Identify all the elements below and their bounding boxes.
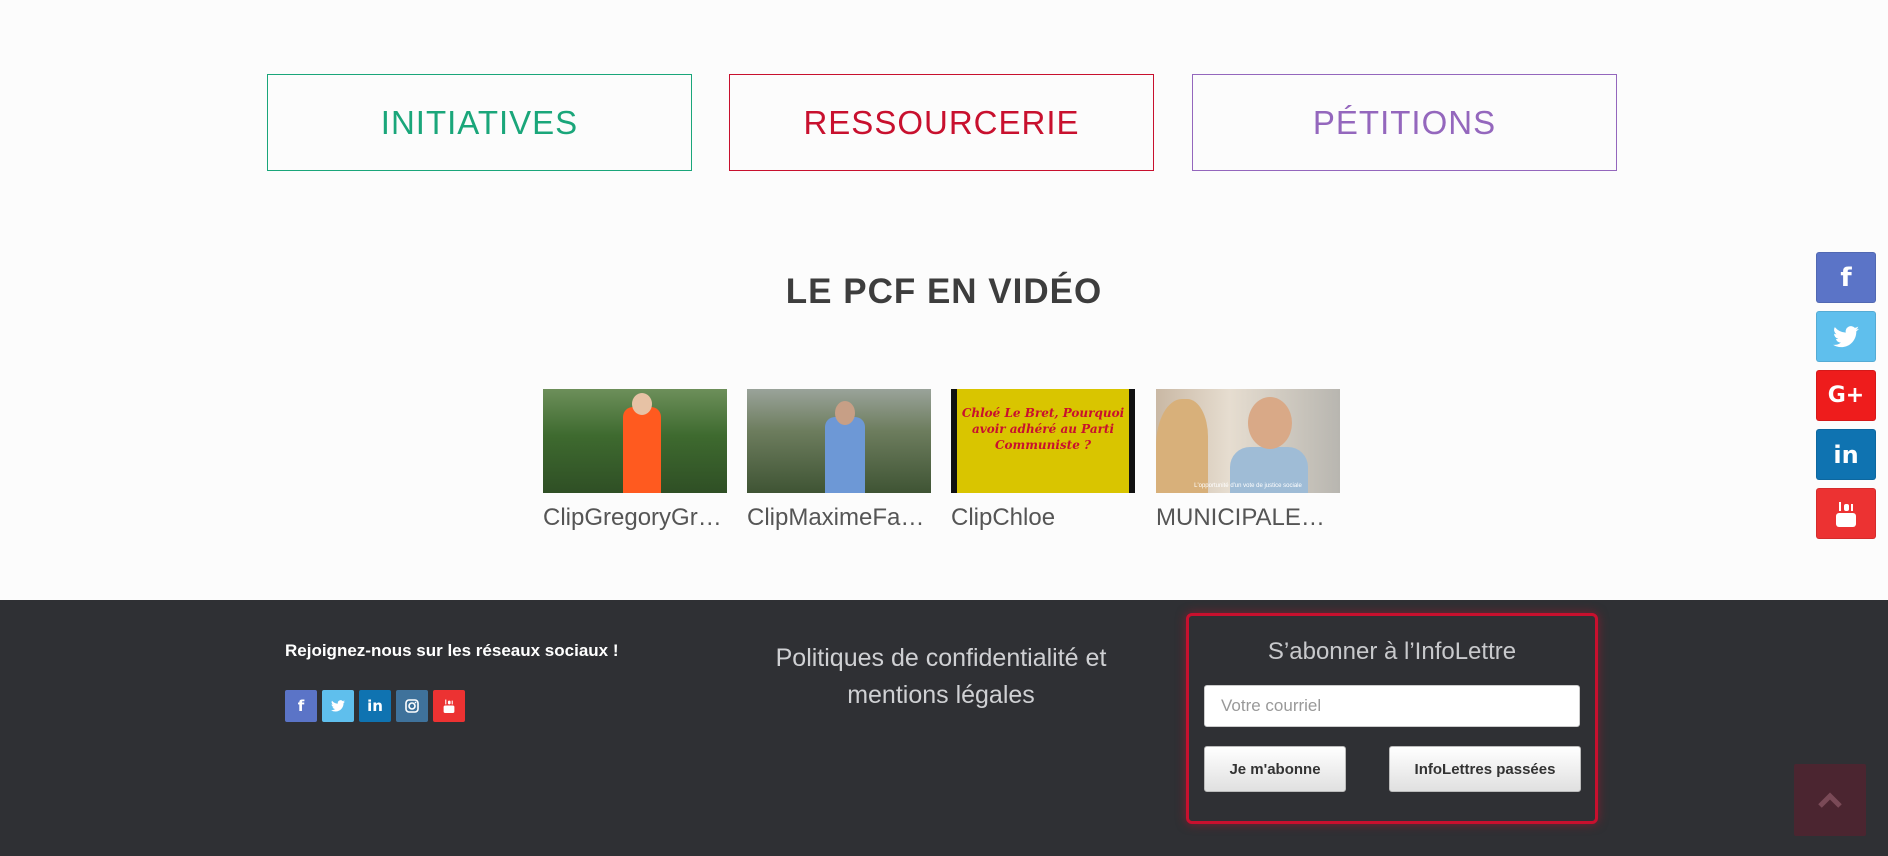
person-head [1248, 397, 1292, 449]
video-title[interactable]: ClipMaximeFavier [747, 504, 931, 532]
video-item[interactable]: Chloé Le Bret, Pourquoi avoir adhéré au … [951, 389, 1135, 532]
facebook-share-button[interactable]: f [1816, 252, 1876, 303]
footer-youtube-link[interactable] [433, 690, 465, 722]
twitter-share-button[interactable] [1816, 311, 1876, 362]
video-item[interactable]: ClipMaximeFavier [747, 389, 931, 532]
youtube-share-button[interactable] [1816, 488, 1876, 539]
twitter-icon [331, 700, 345, 712]
thumbnail-caption: Chloé Le Bret, Pourquoi avoir adhéré au … [961, 406, 1125, 452]
footer-facebook-link[interactable]: f [285, 690, 317, 722]
floating-share-bar: f G+ in [1816, 252, 1876, 547]
ressourcerie-button[interactable]: RESSOURCERIE [729, 74, 1154, 171]
back-to-top-button[interactable] [1794, 764, 1866, 836]
person-head [835, 401, 855, 425]
initiatives-button[interactable]: INITIATIVES [267, 74, 692, 171]
youtube-icon [1836, 501, 1856, 527]
person-head [632, 393, 652, 415]
linkedin-share-button[interactable]: in [1816, 429, 1876, 480]
linkedin-icon: in [367, 697, 383, 715]
footer-linkedin-link[interactable]: in [359, 690, 391, 722]
category-row: INITIATIVES RESSOURCERIE PÉTITIONS [267, 74, 1617, 171]
chevron-up-icon [1818, 792, 1842, 808]
newsletter-title: S’abonner à l’InfoLettre [1267, 638, 1517, 665]
past-newsletters-button[interactable]: InfoLettres passées [1389, 746, 1581, 792]
person-hair [1156, 399, 1208, 493]
email-input[interactable] [1204, 685, 1580, 727]
youtube-icon [443, 699, 455, 713]
petitions-button[interactable]: PÉTITIONS [1192, 74, 1617, 171]
google-plus-share-button[interactable]: G+ [1816, 370, 1876, 421]
person-figure [825, 417, 865, 493]
site-footer: Rejoignez-nous sur les réseaux sociaux !… [0, 600, 1888, 856]
video-thumbnail[interactable]: Chloé Le Bret, Pourquoi avoir adhéré au … [951, 389, 1135, 493]
video-thumbnail[interactable]: L'opportunité d'un vote de justice socia… [1156, 389, 1340, 493]
footer-instagram-link[interactable] [396, 690, 428, 722]
instagram-icon [405, 699, 419, 713]
thumbnail-caption: L'opportunité d'un vote de justice socia… [1194, 483, 1302, 489]
video-item[interactable]: L'opportunité d'un vote de justice socia… [1156, 389, 1340, 532]
video-title[interactable]: ClipGregoryGravier [543, 504, 727, 532]
facebook-icon: f [297, 697, 305, 715]
join-social-text: Rejoignez-nous sur les réseaux sociaux ! [285, 641, 619, 660]
facebook-icon: f [1840, 262, 1852, 293]
video-title[interactable]: MUNICIPALES 2020 [1156, 504, 1340, 532]
footer-twitter-link[interactable] [322, 690, 354, 722]
footer-social-links: f in [285, 690, 465, 722]
video-item[interactable]: ClipGregoryGravier [543, 389, 727, 532]
person-figure [623, 407, 661, 493]
video-section-title: LE PCF EN VIDÉO [785, 272, 1103, 311]
video-thumbnail[interactable] [543, 389, 727, 493]
video-thumbnail[interactable] [747, 389, 931, 493]
newsletter-box: S’abonner à l’InfoLettre Je m'abonne Inf… [1186, 613, 1598, 824]
linkedin-icon: in [1833, 440, 1859, 469]
privacy-policy-link[interactable]: Politiques de confidentialité et mention… [760, 640, 1122, 714]
subscribe-button[interactable]: Je m'abonne [1204, 746, 1346, 792]
twitter-icon [1833, 325, 1859, 347]
google-plus-icon: G+ [1827, 383, 1865, 408]
video-title[interactable]: ClipChloe [951, 504, 1135, 532]
